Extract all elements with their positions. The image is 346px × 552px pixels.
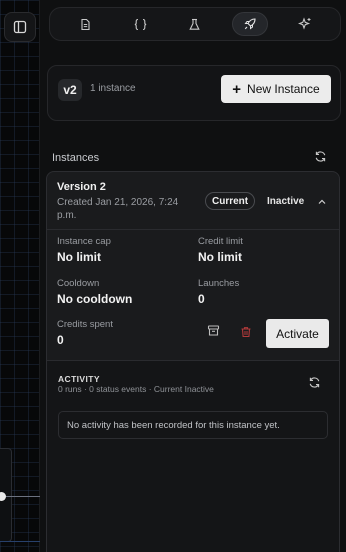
refresh-icon [315, 151, 326, 162]
credits-spent-label: Credits spent [57, 319, 113, 330]
instance-cap-value: No limit [57, 250, 101, 264]
tab-deploy[interactable] [231, 12, 268, 36]
credits-spent-value: 0 [57, 333, 64, 347]
new-instance-label: New Instance [247, 82, 320, 96]
version-badge: v2 [58, 79, 82, 101]
instance-card: Version 2 Created Jan 21, 2026, 7:24 p.m… [46, 171, 340, 552]
canvas-area[interactable] [0, 0, 40, 552]
panel-toolbar [49, 7, 341, 41]
sidebar-toggle-button[interactable] [4, 12, 36, 42]
flask-icon [189, 18, 201, 30]
delete-button[interactable] [240, 325, 252, 343]
divider [47, 229, 339, 230]
canvas-edge [6, 496, 40, 497]
instance-cap-label: Instance cap [57, 236, 111, 247]
tab-variables[interactable] [122, 12, 158, 36]
instance-created-date: Created Jan 21, 2026, 7:24 p.m. [57, 197, 179, 221]
status-badge: Inactive [267, 195, 305, 207]
activate-button[interactable]: Activate [266, 319, 329, 348]
instances-refresh-button[interactable] [314, 150, 327, 168]
canvas-edge-secondary [0, 541, 40, 542]
new-instance-button[interactable]: + New Instance [221, 75, 331, 103]
instance-count: 1 instance [90, 83, 136, 94]
refresh-icon [309, 377, 320, 388]
trash-icon [241, 327, 251, 338]
sidebar-toggle-icon [13, 20, 27, 34]
collapse-button[interactable] [317, 194, 327, 212]
activity-empty-state: No activity has been recorded for this i… [58, 411, 328, 439]
tab-document[interactable] [67, 12, 103, 36]
launches-label: Launches [198, 278, 240, 289]
instances-section-title: Instances [52, 152, 100, 164]
braces-icon [134, 18, 146, 30]
instance-title: Version 2 [57, 181, 106, 193]
deploy-panel: v2 1 instance + New Instance Instances V… [40, 0, 346, 552]
sparkles-icon [297, 17, 311, 30]
activity-title: ACTIVITY [58, 374, 100, 384]
archive-icon [207, 325, 220, 336]
chevron-up-icon [318, 199, 326, 204]
tab-tests[interactable] [177, 12, 213, 36]
cooldown-label: Cooldown [57, 278, 100, 289]
rocket-icon [244, 18, 256, 30]
current-badge: Current [205, 192, 256, 210]
credit-limit-value: No limit [198, 250, 242, 264]
credit-limit-label: Credit limit [198, 236, 243, 247]
archive-button[interactable] [207, 324, 220, 342]
activity-section: ACTIVITY 0 runs · 0 status events · Curr… [47, 360, 339, 552]
plus-icon: + [232, 80, 242, 98]
tab-ai[interactable] [287, 12, 323, 36]
activity-meta: 0 runs · 0 status events · Current Inact… [58, 384, 214, 394]
activity-refresh-button[interactable] [308, 376, 321, 394]
version-summary-card: v2 1 instance + New Instance [47, 65, 341, 121]
cooldown-value: No cooldown [57, 292, 133, 306]
launches-value: 0 [198, 292, 205, 306]
document-icon [81, 18, 90, 30]
